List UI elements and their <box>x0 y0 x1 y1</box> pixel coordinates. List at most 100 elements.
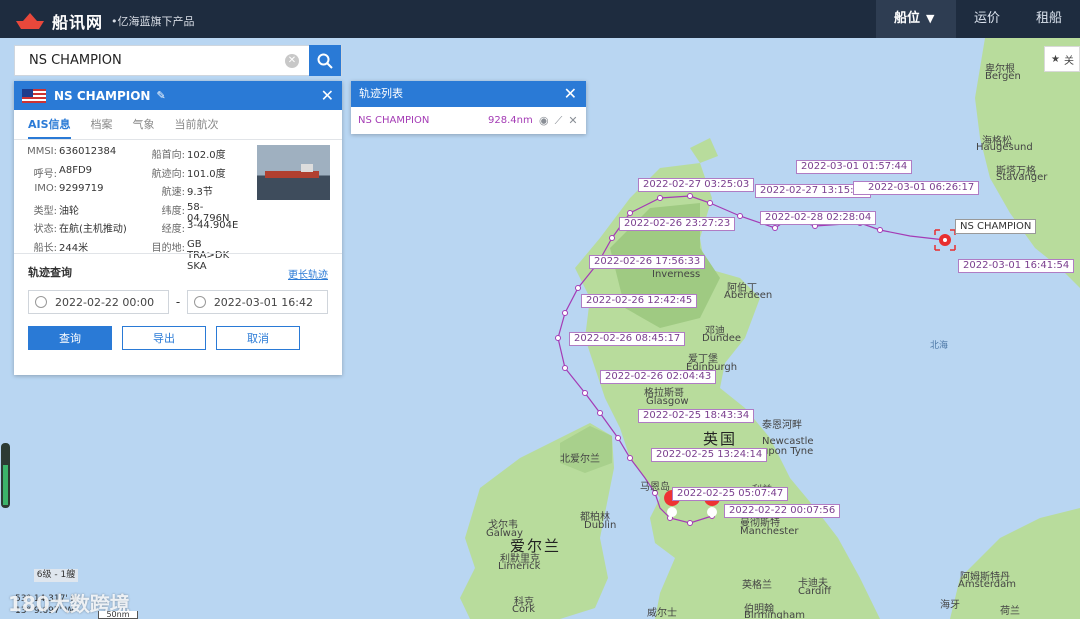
eye-icon[interactable]: ◉ <box>539 114 549 127</box>
zoom-slider[interactable] <box>1 443 10 508</box>
ais-label: IMO: <box>34 183 57 194</box>
ship-info-panel: NS CHAMPION ✎ ✕ AIS信息 档案 气象 当前航次 MMSI: 63… <box>14 81 342 375</box>
search-bar: NS CHAMPION ✕ <box>14 45 342 76</box>
ship-tabs: AIS信息 档案 气象 当前航次 <box>14 110 342 140</box>
track-timestamp: 2022-02-27 03:25:03 <box>638 178 755 192</box>
ship-photo[interactable] <box>257 145 330 200</box>
clock-icon <box>193 296 206 308</box>
longer-track-link[interactable]: 更长轨迹 <box>288 266 328 281</box>
brand-name: 船讯网 <box>52 13 104 32</box>
track-timestamp: 2022-02-26 12:42:45 <box>581 294 698 308</box>
nav-ship-position-label: 船位 <box>893 11 920 26</box>
map-label: Inverness <box>652 269 701 280</box>
ais-value: 9299719 <box>59 183 104 194</box>
track-list-panel: 轨迹列表 ✕ NS CHAMPION 928.4nm ◉ ⟋ ✕ <box>351 81 586 134</box>
track-timestamp: 2022-02-26 17:56:33 <box>589 255 706 269</box>
map-label: Manchester <box>740 526 799 537</box>
nav-freight[interactable]: 运价 <box>956 0 1018 38</box>
cancel-button[interactable]: 取消 <box>216 326 300 350</box>
ais-label: 类型: <box>33 205 57 217</box>
map-label: Cardiff <box>798 586 832 597</box>
delete-icon[interactable]: ✕ <box>568 114 577 127</box>
ais-info: MMSI: 636012384 船首向: 102.0度 呼号: A8FD9 航迹向: 1… <box>14 140 342 272</box>
map-label: 马恩岛 <box>640 482 670 493</box>
ais-label: 船首向: <box>151 150 185 161</box>
track-query: 轨迹查询 更长轨迹 2022-02-22 00:00 - 2022-03-01 … <box>14 253 342 369</box>
close-icon[interactable]: ✕ <box>564 81 577 107</box>
query-button[interactable]: 查询 <box>28 326 112 350</box>
end-date-input[interactable]: 2022-03-01 16:42 <box>186 290 328 314</box>
top-bar: 船讯网 •亿海蓝旗下产品 船位 ▼ 运价 租船 <box>0 0 1080 38</box>
ship-name: NS CHAMPION <box>54 88 151 103</box>
ais-row: 状态: 在航(主机推动) 经度: 3-44.904E <box>24 220 342 239</box>
track-timestamp: 2022-03-01 06:26:17 <box>853 181 980 195</box>
map-label: Cork <box>512 604 536 615</box>
map-label: Dublin <box>584 520 617 531</box>
star-icon: ★ <box>1051 53 1060 65</box>
map-label: 英格兰 <box>742 580 772 591</box>
tab-ais[interactable]: AIS信息 <box>28 110 71 139</box>
map-label: Aberdeen <box>724 290 773 301</box>
map-label: Haugesund <box>976 142 1033 153</box>
ais-value: 636012384 <box>59 146 117 157</box>
map-label: Amsterdam <box>958 579 1017 590</box>
clock-icon <box>35 296 47 308</box>
track-list-item[interactable]: NS CHAMPION 928.4nm ◉ ⟋ ✕ <box>351 107 586 134</box>
logo[interactable]: 船讯网 •亿海蓝旗下产品 <box>14 9 195 33</box>
chart-icon[interactable]: ⟋ <box>555 114 563 128</box>
scale-bar: 50nm <box>98 611 138 619</box>
start-date-input[interactable]: 2022-02-22 00:00 <box>28 290 170 314</box>
track-timestamp: 2022-02-26 08:45:17 <box>569 332 686 346</box>
search-icon <box>317 53 333 69</box>
ais-label: 状态: <box>33 224 57 235</box>
map-label: 海牙 <box>940 600 960 611</box>
track-timestamp: 2022-02-22 00:07:56 <box>724 504 841 518</box>
map-label: Limerick <box>498 561 541 572</box>
search-input[interactable]: NS CHAMPION <box>15 53 285 68</box>
ais-value: 3-44.904E <box>187 220 239 231</box>
ship-photo-deck <box>301 164 313 172</box>
track-timestamp: 2022-03-01 01:57:44 <box>796 160 913 174</box>
ais-value: 在航(主机推动) <box>59 224 127 235</box>
track-timestamp: 2022-02-26 02:04:43 <box>600 370 717 384</box>
track-buttons: 查询 导出 取消 <box>28 326 328 350</box>
map-label: Birmingham <box>744 610 805 619</box>
follow-button[interactable]: ★ 关 <box>1044 46 1080 72</box>
ais-value: 58-04.796N <box>187 201 230 224</box>
clear-icon[interactable]: ✕ <box>285 53 299 68</box>
map-label: Stavanger <box>996 172 1048 183</box>
ship-panel-header: NS CHAMPION ✎ ✕ <box>14 81 342 110</box>
follow-label: 关 <box>1063 55 1074 67</box>
ais-label: MMSI: <box>27 146 57 157</box>
track-timestamp: 2022-02-25 13:24:14 <box>651 448 768 462</box>
zoom-level: 6级 - 1艘 <box>34 569 78 582</box>
edit-icon[interactable]: ✎ <box>156 89 165 102</box>
map-label: 英国 <box>703 430 738 448</box>
close-icon[interactable]: ✕ <box>321 86 334 105</box>
map-label: 威尔士 <box>647 608 677 619</box>
ais-value: 102.0度 <box>187 150 226 161</box>
tab-archive[interactable]: 档案 <box>91 110 113 139</box>
ais-label: 航迹向: <box>151 168 185 180</box>
tab-weather[interactable]: 气象 <box>133 110 155 139</box>
export-button[interactable]: 导出 <box>122 326 206 350</box>
ais-value: 油轮 <box>59 205 79 217</box>
nav-charter[interactable]: 租船 <box>1018 0 1080 38</box>
map-label: Galway <box>486 528 523 539</box>
nav-ship-position[interactable]: 船位 ▼ <box>875 0 956 38</box>
search-button[interactable] <box>309 45 341 76</box>
map-label: 北海 <box>930 341 949 351</box>
map-label: Bergen <box>985 71 1021 82</box>
track-timestamp: 2022-03-01 16:41:54 <box>958 259 1075 273</box>
map-label: Glasgow <box>646 396 689 407</box>
track-timestamp: 2022-02-25 18:43:34 <box>638 409 755 423</box>
ais-label: 纬度: <box>161 205 185 217</box>
tab-voyage[interactable]: 当前航次 <box>175 110 219 139</box>
track-list-header: 轨迹列表 ✕ <box>351 81 586 107</box>
ship-map-label[interactable]: NS CHAMPION <box>955 219 1037 234</box>
track-distance: 928.4nm <box>488 115 533 126</box>
ais-value: A8FD9 <box>59 164 93 176</box>
map-label: 泰恩河畔 <box>762 420 802 431</box>
ais-label: 航速: <box>161 187 185 198</box>
track-ship-name: NS CHAMPION <box>358 115 430 126</box>
